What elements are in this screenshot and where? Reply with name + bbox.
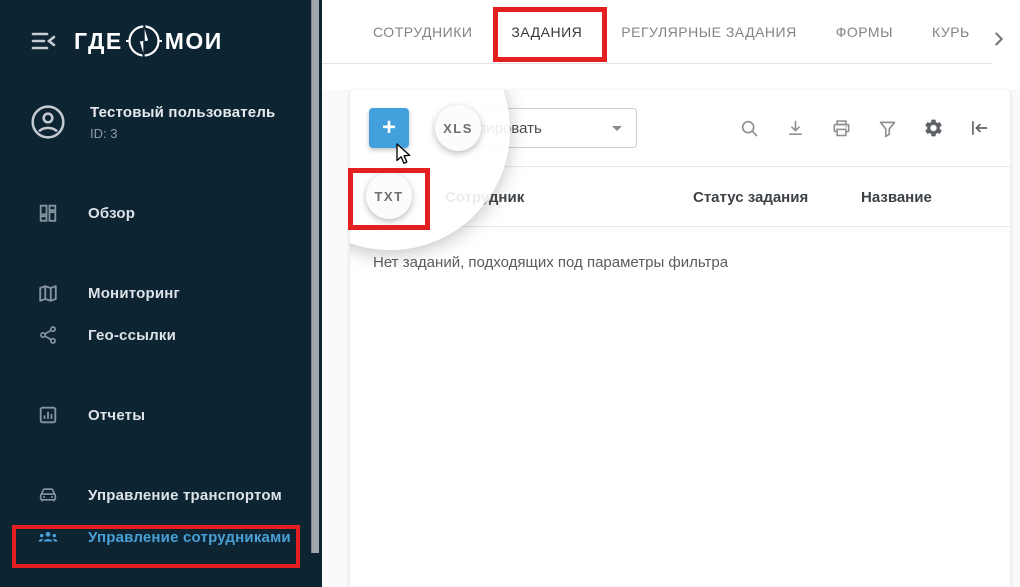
tab-forms[interactable]: ФОРМЫ: [836, 24, 893, 40]
sidebar-item-monitoring[interactable]: Мониторинг: [0, 272, 322, 314]
print-icon[interactable]: [831, 118, 852, 139]
sidebar-item-reports[interactable]: Отчеты: [0, 394, 322, 436]
sidebar-item-transport[interactable]: Управление транспортом: [0, 474, 322, 516]
app-window: ГДЕ МОИ Тестовый пользователь ID: 3: [0, 0, 1020, 587]
filter-icon[interactable]: [877, 118, 898, 139]
sidebar-item-label: Мониторинг: [88, 285, 180, 302]
tab-employees[interactable]: СОТРУДНИКИ: [373, 24, 472, 40]
sidebar-item-label: Гео-ссылки: [88, 327, 176, 344]
logo-text-right: МОИ: [165, 28, 223, 55]
user-id: ID: 3: [90, 126, 275, 141]
caret-down-icon: [612, 126, 622, 131]
search-icon[interactable]: [739, 118, 760, 139]
sidebar-item-geolinks[interactable]: Гео-ссылки: [0, 314, 322, 356]
tab-couriers-clipped[interactable]: КУРЬ: [932, 24, 970, 40]
collapse-menu-icon[interactable]: [30, 29, 58, 53]
logo-text-left: ГДЕ: [74, 28, 123, 55]
main-area: СОТРУДНИКИ ЗАДАНИЯ РЕГУЛЯРНЫЕ ЗАДАНИЯ ФО…: [322, 0, 1020, 587]
column-header-name[interactable]: Название: [861, 167, 932, 228]
avatar-icon: [28, 102, 68, 142]
user-profile[interactable]: Тестовый пользователь ID: 3: [28, 102, 322, 142]
toolbar-icons: [739, 108, 990, 148]
settings-icon[interactable]: [923, 118, 944, 139]
sidebar-item-label: Обзор: [88, 205, 135, 222]
sidebar-scrollbar[interactable]: [311, 0, 319, 553]
user-name: Тестовый пользователь: [90, 104, 275, 121]
tabs-row: СОТРУДНИКИ ЗАДАНИЯ РЕГУЛЯРНЫЕ ЗАДАНИЯ ФО…: [322, 0, 992, 64]
people-icon: [36, 525, 60, 549]
sidebar-item-label: Отчеты: [88, 407, 145, 424]
tasks-panel: Группировать: [350, 90, 1010, 587]
tabs-strip: СОТРУДНИКИ ЗАДАНИЯ РЕГУЛЯРНЫЕ ЗАДАНИЯ ФО…: [322, 0, 1020, 90]
tab-regular-tasks[interactable]: РЕГУЛЯРНЫЕ ЗАДАНИЯ: [621, 24, 796, 40]
sidebar-item-overview[interactable]: Обзор: [0, 192, 322, 234]
add-task-button[interactable]: +: [369, 108, 409, 148]
column-header-status[interactable]: Статус задания: [693, 167, 808, 228]
sidebar-item-employees[interactable]: Управление сотрудниками: [0, 516, 322, 558]
sidebar-item-label: Управление транспортом: [88, 487, 282, 504]
compass-icon: [124, 21, 164, 61]
app-logo: ГДЕ МОИ: [74, 21, 223, 61]
share-icon: [36, 323, 60, 347]
sidebar: ГДЕ МОИ Тестовый пользователь ID: 3: [0, 0, 322, 587]
reports-icon: [36, 403, 60, 427]
download-icon[interactable]: [785, 118, 806, 139]
tabs-scroll-right-icon[interactable]: [988, 28, 1010, 50]
map-icon: [36, 281, 60, 305]
collapse-left-icon[interactable]: [969, 118, 990, 139]
sidebar-nav: Обзор Мониторинг: [0, 192, 322, 558]
tab-tasks[interactable]: ЗАДАНИЯ: [511, 24, 582, 40]
car-icon: [36, 483, 60, 507]
export-txt-button[interactable]: TXT: [366, 173, 412, 219]
sidebar-header: ГДЕ МОИ: [0, 0, 322, 62]
sidebar-item-label: Управление сотрудниками: [88, 529, 291, 546]
export-xls-button[interactable]: XLS: [435, 105, 481, 151]
dashboard-icon: [36, 201, 60, 225]
